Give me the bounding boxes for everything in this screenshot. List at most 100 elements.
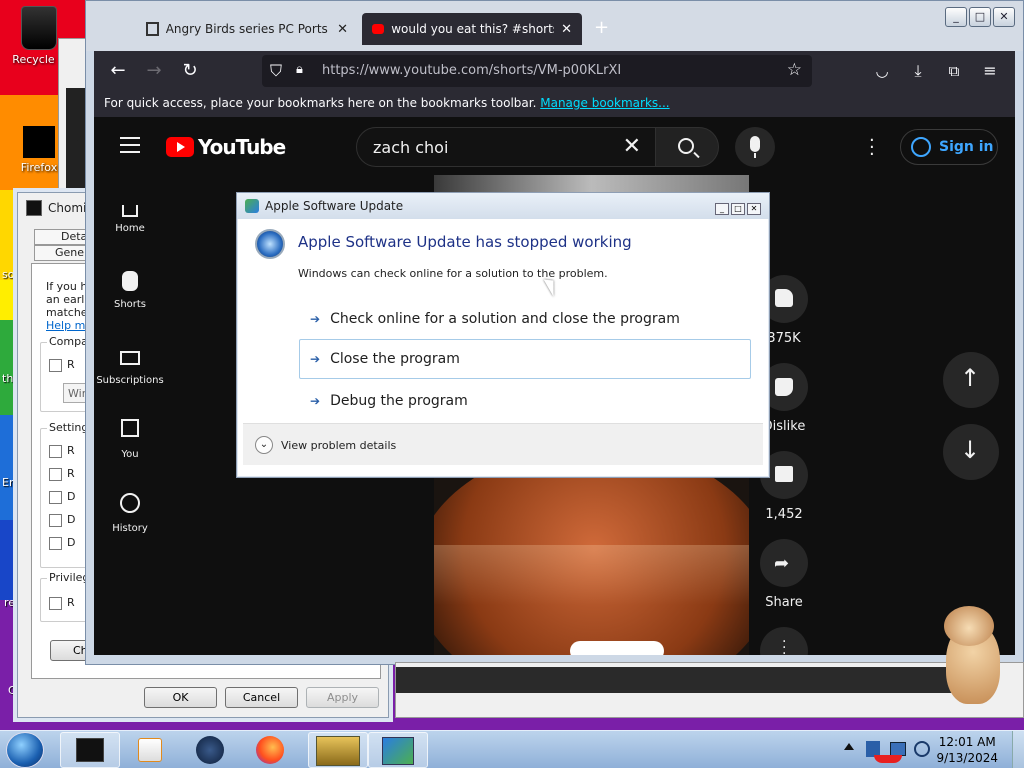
share-icon: ➦ xyxy=(774,553,790,574)
hamburger-menu-icon[interactable] xyxy=(120,137,140,153)
check-online-option[interactable]: ➔ Check online for a solution and close … xyxy=(299,299,751,339)
youtube-play-icon xyxy=(166,137,194,157)
sign-in-label: Sign in xyxy=(939,139,994,155)
firefox-desktop-label: Firefox xyxy=(20,161,58,174)
extensions-icon[interactable]: ⧉ xyxy=(942,59,966,83)
crash-subtext: Windows can check online for a solution … xyxy=(298,267,608,280)
more-dots-icon: · · · xyxy=(782,634,787,655)
view-details-label: View problem details xyxy=(281,438,397,452)
crash-close-button[interactable]: ✕ xyxy=(747,203,761,215)
maximize-button[interactable]: □ xyxy=(969,7,991,27)
globe-icon xyxy=(196,736,224,764)
comment-icon xyxy=(775,466,793,482)
firefox-icon xyxy=(256,736,284,764)
reload-icon[interactable]: ↻ xyxy=(178,59,202,83)
app-icon xyxy=(26,200,42,216)
previous-video-button[interactable]: ↑ xyxy=(943,352,999,408)
debug-program-option[interactable]: ➔ Debug the program xyxy=(299,381,751,421)
pocket-icon[interactable]: ◡ xyxy=(870,59,894,83)
new-tab-button[interactable]: + xyxy=(594,17,609,38)
settings-checkbox[interactable] xyxy=(49,514,62,527)
ok-button[interactable]: OK xyxy=(144,687,217,708)
sidebar-item-history[interactable]: History xyxy=(94,493,166,534)
tray-show-hidden-icon[interactable] xyxy=(844,743,854,750)
sidebar-label: You xyxy=(121,449,139,460)
privilege-checkbox[interactable] xyxy=(49,597,62,610)
tab-angry-birds[interactable]: Angry Birds series PC Ports : Ro ✕ xyxy=(136,13,358,45)
sidebar-item-subscriptions[interactable]: Subscriptions xyxy=(94,345,166,386)
clock-date: 9/13/2024 xyxy=(936,751,998,765)
sidebar-item-home[interactable]: Home xyxy=(94,197,166,234)
thumbs-down-icon xyxy=(775,378,793,396)
apple-update-icon xyxy=(245,199,259,213)
sidebar-item-shorts[interactable]: Shorts xyxy=(94,271,166,310)
taskbar-app-installer[interactable] xyxy=(368,732,428,768)
settings-checkbox[interactable] xyxy=(49,491,62,504)
crash-minimize-button[interactable]: _ xyxy=(715,203,729,215)
taskbar: 12:01 AM 9/13/2024 xyxy=(0,730,1024,768)
clock-time: 12:01 AM xyxy=(938,735,996,749)
settings-checkbox[interactable] xyxy=(49,445,62,458)
youtube-logo[interactable]: YouTube xyxy=(166,135,286,159)
bookmark-star-icon[interactable]: ☆ xyxy=(787,60,802,80)
lock-icon[interactable]: 🔒︎ xyxy=(296,62,303,77)
share-button[interactable]: ➦ xyxy=(760,539,808,587)
tray-red-icon xyxy=(874,755,902,763)
system-clock[interactable]: 12:01 AM 9/13/2024 xyxy=(936,734,998,766)
option-label: Check online for a solution and close th… xyxy=(330,311,680,327)
minimize-button[interactable]: _ xyxy=(945,7,967,27)
search-input[interactable]: zach choi ✕ xyxy=(356,127,656,167)
share-label: Share xyxy=(765,595,803,610)
clear-search-icon[interactable]: ✕ xyxy=(623,134,641,159)
search-button[interactable] xyxy=(655,127,719,167)
hamster-sticker xyxy=(940,606,1006,706)
tab-youtube-shorts[interactable]: would you eat this? #shorts - Y ✕ xyxy=(362,13,582,45)
arrow-up-icon: ↑ xyxy=(960,364,981,392)
show-desktop-button[interactable] xyxy=(1012,731,1024,768)
search-query: zach choi xyxy=(373,138,449,157)
taskbar-app-media[interactable] xyxy=(120,732,180,768)
comment-count: 1,452 xyxy=(765,507,803,522)
compat-mode-checkbox[interactable] xyxy=(49,359,62,372)
youtube-wordmark: YouTube xyxy=(198,135,286,159)
history-icon xyxy=(120,493,140,513)
crash-maximize-button[interactable]: □ xyxy=(731,203,745,215)
settings-checkbox[interactable] xyxy=(49,537,62,550)
taskbar-app-angry-birds[interactable] xyxy=(308,732,368,768)
tracking-shield-icon[interactable]: ⛉ xyxy=(270,61,282,81)
start-button[interactable] xyxy=(6,732,44,768)
shorts-icon xyxy=(122,271,138,291)
sidebar-item-you[interactable]: You xyxy=(94,419,166,460)
taskbar-app-firefox[interactable] xyxy=(240,732,300,768)
url-bar[interactable]: ⛉ 🔒︎ https://www.youtube.com/shorts/VM-p… xyxy=(262,55,812,87)
taskbar-app-globe[interactable] xyxy=(180,732,240,768)
angry-birds-icon xyxy=(316,736,360,766)
taskbar-app-chomik[interactable] xyxy=(60,732,120,768)
view-details-toggle[interactable]: ⌄ View problem details xyxy=(255,436,396,454)
close-tab-icon[interactable]: ✕ xyxy=(561,22,572,37)
search-icon xyxy=(678,138,694,154)
settings-legend: Setting xyxy=(47,421,91,434)
close-program-option[interactable]: ➔ Close the program xyxy=(299,339,751,379)
back-icon[interactable]: ← xyxy=(106,59,130,83)
desktop-edge-text: re xyxy=(4,596,16,609)
close-window-button[interactable]: ✕ xyxy=(993,7,1015,27)
microphone-icon xyxy=(750,136,760,152)
more-actions-button[interactable]: · · · xyxy=(760,627,808,655)
tray-network-icon[interactable] xyxy=(890,742,906,756)
arrow-right-icon: ➔ xyxy=(310,312,321,326)
voice-search-button[interactable] xyxy=(735,127,775,167)
manage-bookmarks-link[interactable]: Manage bookmarks... xyxy=(540,96,669,110)
tray-volume-icon[interactable] xyxy=(914,741,930,757)
close-tab-icon[interactable]: ✕ xyxy=(337,22,348,37)
next-video-button[interactable]: ↓ xyxy=(943,424,999,480)
settings-checkbox[interactable] xyxy=(49,468,62,481)
recycle-bin-icon xyxy=(21,6,57,50)
webpage-icon xyxy=(146,22,159,36)
more-options-icon[interactable]: · · · xyxy=(869,132,875,164)
sign-in-button[interactable]: Sign in xyxy=(900,129,998,165)
cancel-button[interactable]: Cancel xyxy=(225,687,298,708)
you-icon xyxy=(121,419,139,437)
downloads-icon[interactable]: ⤓ xyxy=(906,59,930,83)
menu-icon[interactable]: ≡ xyxy=(978,59,1002,83)
